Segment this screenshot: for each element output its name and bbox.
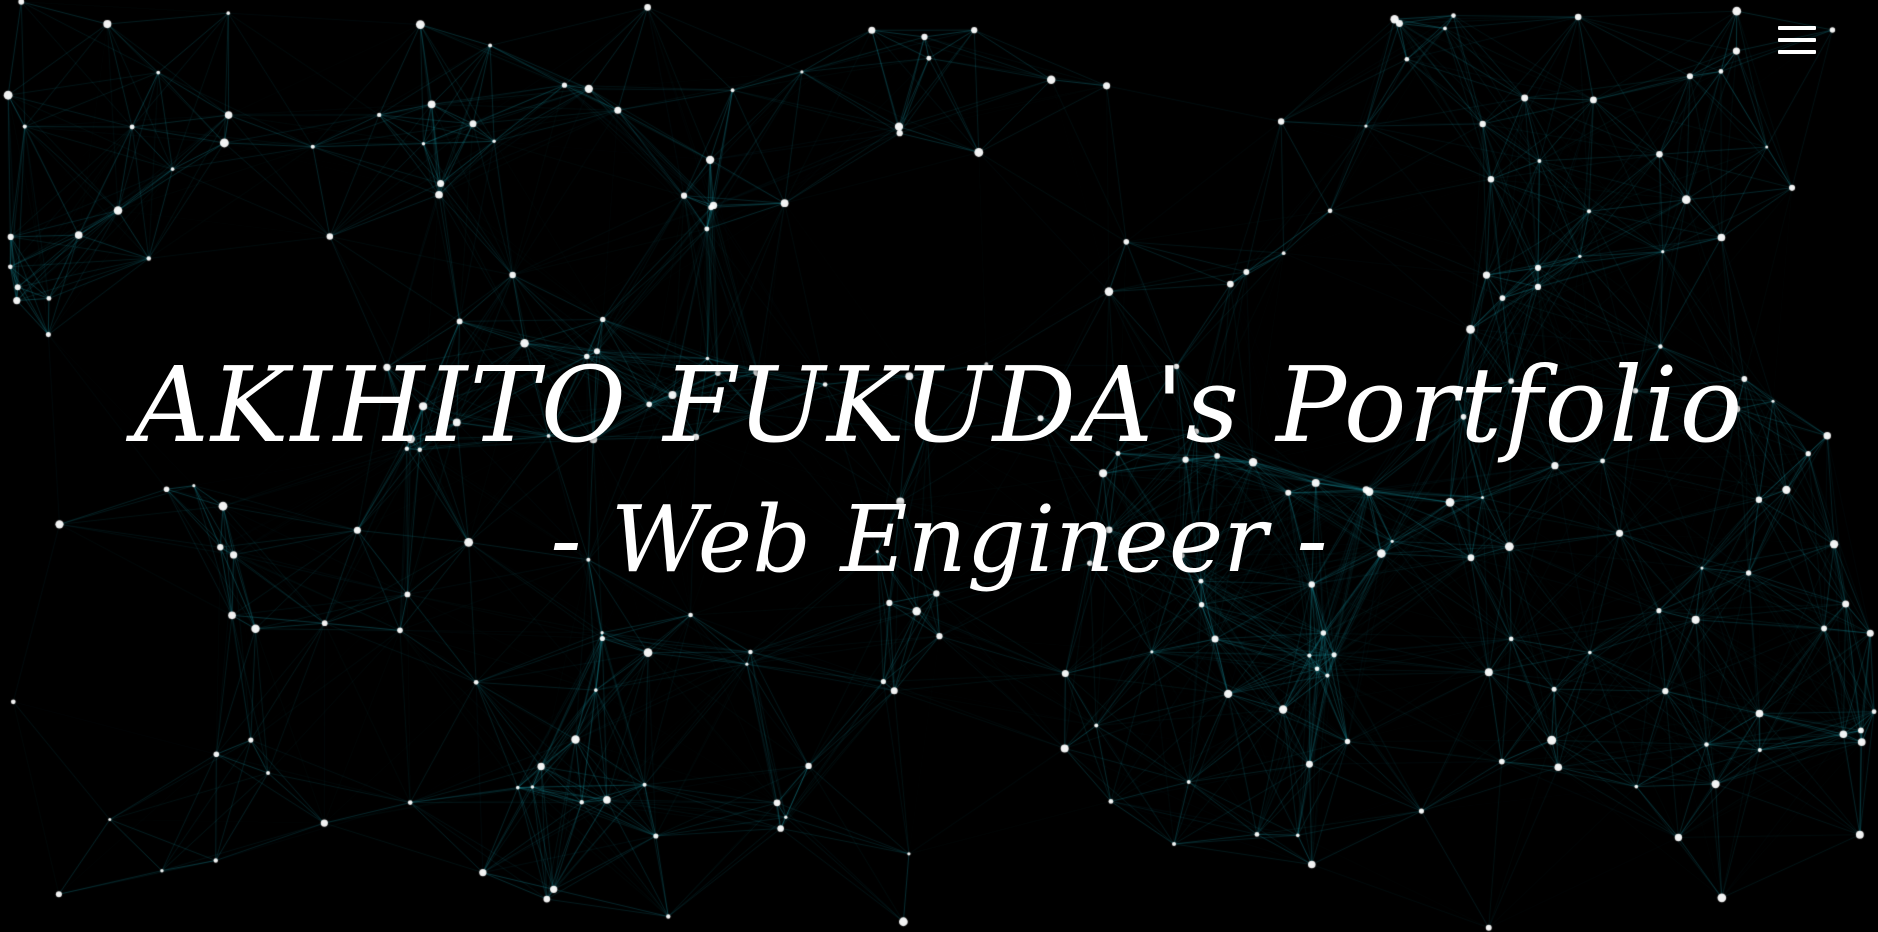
hamburger-menu-icon-bar <box>1778 38 1816 42</box>
hamburger-menu-button[interactable] <box>1772 20 1822 64</box>
hero-section: AKIHITO FUKUDA's Portfolio - Web Enginee… <box>0 0 1878 932</box>
page-subtitle: - Web Engineer - <box>550 486 1328 593</box>
hero-text: AKIHITO FUKUDA's Portfolio - Web Enginee… <box>0 335 1878 605</box>
hamburger-menu-icon <box>1778 26 1816 30</box>
page-title: AKIHITO FUKUDA's Portfolio <box>133 344 1745 466</box>
hamburger-menu-icon-bar <box>1778 50 1816 54</box>
